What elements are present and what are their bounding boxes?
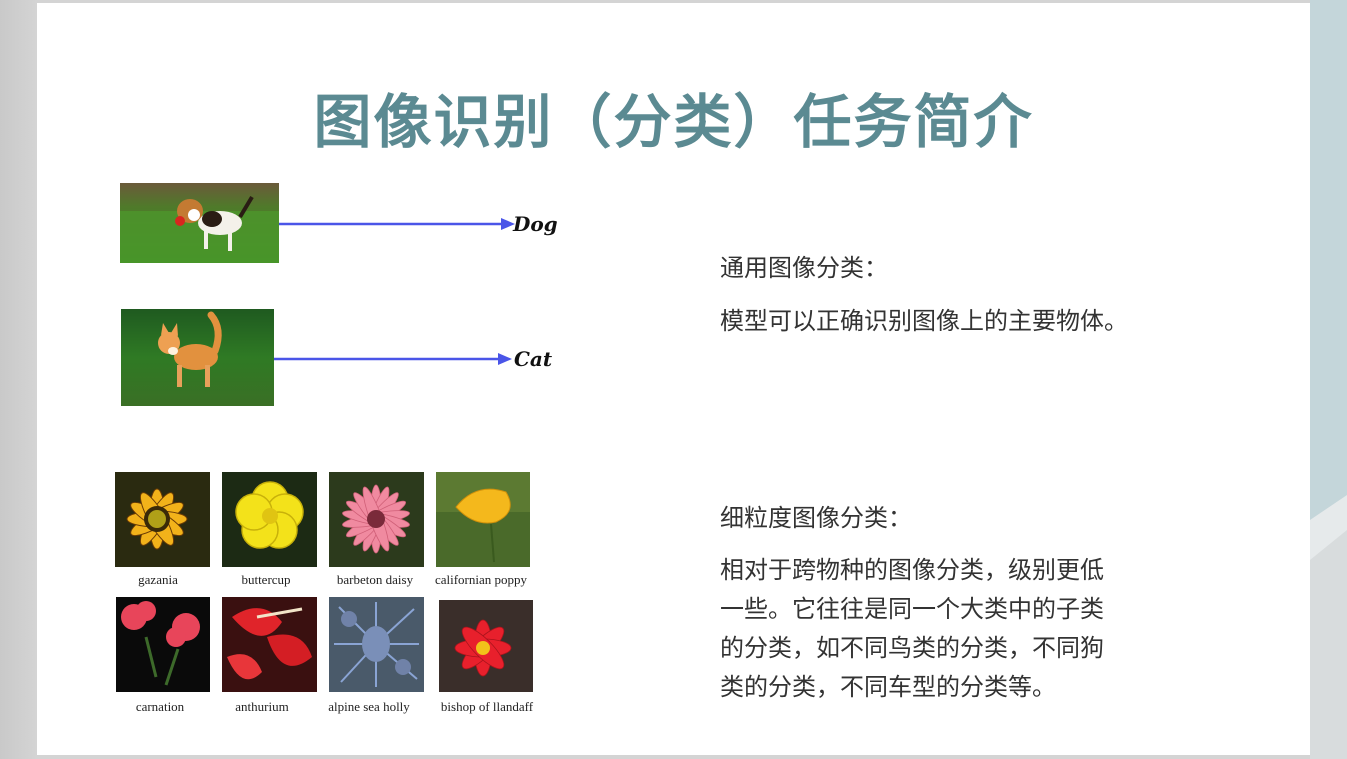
- fine-grained-line: 的分类，如不同鸟类的分类，不同狗: [720, 634, 1104, 662]
- flower-caption: gazania: [138, 572, 178, 587]
- flower-image-barbeton-daisy: [329, 472, 424, 571]
- flower-image-californian-poppy: [436, 472, 530, 571]
- cat-label: Cat: [514, 347, 553, 371]
- flower-caption: barbeton daisy: [336, 572, 414, 587]
- flower-caption: californian poppy: [434, 572, 528, 587]
- background-decoration: [1310, 0, 1347, 759]
- flower-caption: bishop of llandaff: [440, 699, 534, 714]
- general-classification-heading: 通用图像分类：: [720, 254, 888, 282]
- cat-arrow: [274, 353, 512, 365]
- slide: 图像识别（分类）任务简介 Dog Cat gazania buttercup b…: [37, 3, 1310, 755]
- slide-title: 图像识别（分类）任务简介: [313, 88, 1034, 156]
- flower-caption: buttercup: [241, 572, 291, 587]
- cat-photo: [121, 309, 274, 406]
- dog-arrow: [279, 218, 515, 230]
- fine-grained-line: 相对于跨物种的图像分类，级别更低: [720, 556, 1104, 584]
- flower-image-gazania: [115, 472, 210, 571]
- flower-image-carnation: [116, 597, 210, 696]
- dog-photo: [120, 183, 279, 263]
- flower-image-bishop-of-llandaff: [439, 600, 533, 696]
- fine-grained-heading: 细粒度图像分类：: [720, 504, 912, 532]
- flower-caption: anthurium: [235, 699, 289, 714]
- flower-image-alpine-sea-holly: [329, 597, 424, 696]
- dog-label: Dog: [513, 212, 558, 236]
- general-classification-body: 模型可以正确识别图像上的主要物体。: [720, 307, 1128, 335]
- flower-caption: alpine sea holly: [328, 699, 410, 714]
- fine-grained-line: 类的分类，不同车型的分类等。: [720, 673, 1056, 701]
- fine-grained-line: 一些。它往往是同一个大类中的子类: [720, 595, 1104, 623]
- flower-image-anthurium: [222, 597, 317, 696]
- flower-caption: carnation: [135, 699, 185, 714]
- flower-image-buttercup: [222, 472, 317, 571]
